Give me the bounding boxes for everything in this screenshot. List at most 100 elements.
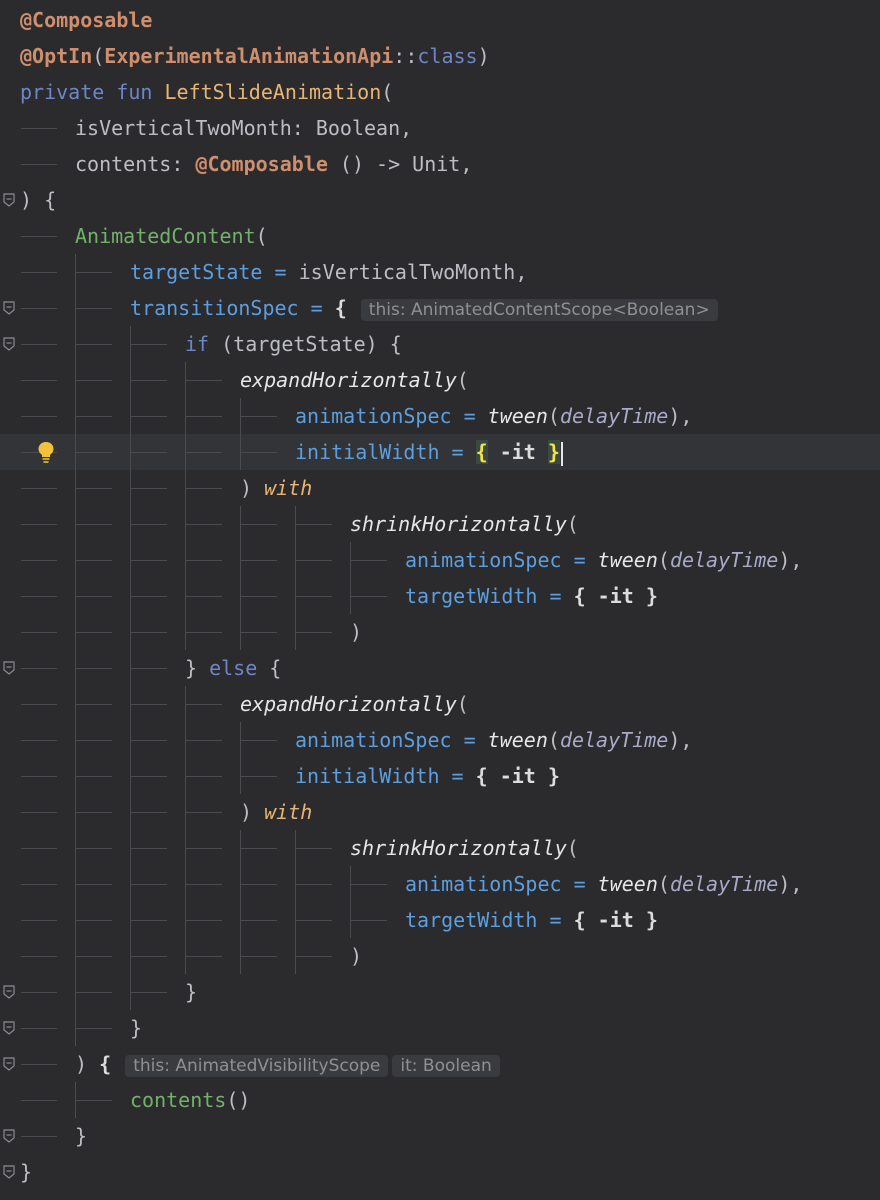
fold-toggle-icon[interactable] bbox=[0, 290, 18, 326]
fold-toggle-icon[interactable] bbox=[0, 974, 18, 1010]
code-token: } bbox=[75, 1124, 88, 1148]
code-text: targetState = isVerticalTwoMonth, bbox=[130, 254, 527, 290]
inlay-hint[interactable]: this: AnimatedVisibilityScope bbox=[125, 1054, 389, 1077]
code-token: @OptIn bbox=[20, 44, 93, 68]
code-token: if bbox=[185, 332, 210, 356]
indent-guide-dash bbox=[186, 596, 222, 597]
code-line[interactable]: private fun LeftSlideAnimation( bbox=[0, 74, 880, 110]
indent-guide-dash bbox=[76, 344, 112, 345]
code-token: { bbox=[257, 656, 282, 680]
indent-guide-dash bbox=[186, 632, 222, 633]
code-line[interactable]: if (targetState) { bbox=[0, 326, 880, 362]
code-line[interactable]: animationSpec = tween(delayTime), bbox=[0, 866, 880, 902]
code-token: () bbox=[226, 1088, 251, 1112]
code-line[interactable]: AnimatedContent( bbox=[0, 218, 880, 254]
indent-guide-dash bbox=[241, 632, 277, 633]
indent-guide-dash bbox=[186, 380, 222, 381]
code-token: expandHorizontally bbox=[240, 692, 457, 716]
indent-guide-dash bbox=[131, 740, 167, 741]
code-text: } bbox=[130, 1010, 142, 1046]
code-line[interactable]: isVerticalTwoMonth: Boolean, bbox=[0, 110, 880, 146]
fold-toggle-icon[interactable] bbox=[0, 1010, 18, 1046]
code-line[interactable]: } bbox=[0, 1010, 880, 1046]
code-line[interactable]: initialWidth = { -it } bbox=[0, 758, 880, 794]
code-line[interactable]: @OptIn(ExperimentalAnimationApi::class) bbox=[0, 38, 880, 74]
code-text: isVerticalTwoMonth: Boolean, bbox=[75, 110, 412, 146]
code-text: shrinkHorizontally( bbox=[350, 506, 579, 542]
code-line[interactable]: ) with bbox=[0, 794, 880, 830]
code-token: = bbox=[298, 296, 335, 320]
code-line[interactable]: expandHorizontally( bbox=[0, 362, 880, 398]
indent-guide-dash bbox=[186, 884, 222, 885]
code-line[interactable]: } else { bbox=[0, 650, 880, 686]
code-token: else bbox=[209, 656, 258, 680]
code-text: } else { bbox=[185, 650, 281, 686]
code-line[interactable]: ) with bbox=[0, 470, 880, 506]
code-line[interactable]: @Composable bbox=[0, 2, 880, 38]
code-token: ), bbox=[778, 872, 803, 896]
code-line[interactable]: contents() bbox=[0, 1082, 880, 1118]
code-line[interactable]: shrinkHorizontally( bbox=[0, 830, 880, 866]
fold-toggle-icon[interactable] bbox=[0, 650, 18, 686]
fold-toggle-icon[interactable] bbox=[0, 1046, 18, 1082]
code-token: tween bbox=[487, 728, 548, 752]
code-token: initialWidth bbox=[295, 764, 440, 788]
indent-guide-dash bbox=[21, 164, 57, 165]
code-line[interactable]: } bbox=[0, 1154, 880, 1190]
code-text: contents: @Composable () -> Unit, bbox=[75, 146, 472, 182]
code-text: @OptIn(ExperimentalAnimationApi::class) bbox=[20, 38, 490, 74]
code-text: animationSpec = tween(delayTime), bbox=[295, 722, 692, 758]
code-text: contents() bbox=[130, 1082, 250, 1118]
code-text: ) with bbox=[240, 794, 312, 830]
fold-toggle-icon[interactable] bbox=[0, 182, 18, 218]
indent-guide-dash bbox=[76, 956, 112, 957]
code-line[interactable]: shrinkHorizontally( bbox=[0, 506, 880, 542]
code-line[interactable]: expandHorizontally( bbox=[0, 686, 880, 722]
indent-guide-dash bbox=[76, 524, 112, 525]
code-line[interactable]: contents: @Composable () -> Unit, bbox=[0, 146, 880, 182]
indent-guide-dash bbox=[76, 596, 112, 597]
code-token: = bbox=[561, 872, 598, 896]
code-token: ), bbox=[778, 548, 803, 572]
code-line[interactable]: targetState = isVerticalTwoMonth, bbox=[0, 254, 880, 290]
code-line[interactable]: ) { bbox=[0, 182, 880, 218]
code-line[interactable]: ) bbox=[0, 614, 880, 650]
code-editor[interactable]: @Composable @OptIn(ExperimentalAnimationA… bbox=[0, 0, 880, 1200]
fold-toggle-icon[interactable] bbox=[0, 1118, 18, 1154]
fold-toggle-icon[interactable] bbox=[0, 326, 18, 362]
code-text: if (targetState) { bbox=[185, 326, 402, 362]
indent-guide-dash bbox=[131, 812, 167, 813]
code-line[interactable]: } bbox=[0, 974, 880, 1010]
code-token: expandHorizontally bbox=[240, 368, 457, 392]
code-line[interactable]: animationSpec = tween(delayTime), bbox=[0, 722, 880, 758]
code-line[interactable]: targetWidth = { -it } bbox=[0, 902, 880, 938]
inlay-hint[interactable]: it: Boolean bbox=[392, 1054, 500, 1077]
indent-guide-dash bbox=[186, 704, 222, 705]
indent-guide-dash bbox=[131, 380, 167, 381]
code-line[interactable]: } bbox=[0, 1118, 880, 1154]
inlay-hint[interactable]: this: AnimatedContentScope<Boolean> bbox=[360, 298, 718, 321]
indent-guide-dash bbox=[21, 956, 57, 957]
indent-guide-dash bbox=[131, 632, 167, 633]
indent-guide-dash bbox=[296, 848, 332, 849]
code-token: private fun bbox=[20, 80, 165, 104]
indent-guide-dash bbox=[296, 632, 332, 633]
code-line[interactable]: ) bbox=[0, 938, 880, 974]
fold-toggle-icon[interactable] bbox=[0, 1154, 18, 1190]
indent-guide-dash bbox=[131, 992, 167, 993]
indent-guide-dash bbox=[76, 452, 112, 453]
lightbulb-icon[interactable] bbox=[34, 434, 58, 470]
code-line[interactable]: initialWidth = { -it } bbox=[0, 434, 880, 470]
code-line[interactable]: ) { this: AnimatedVisibilityScope it: Boo… bbox=[0, 1046, 880, 1082]
code-line[interactable]: animationSpec = tween(delayTime), bbox=[0, 542, 880, 578]
code-token: ( bbox=[566, 512, 579, 536]
code-line[interactable]: transitionSpec = { this: AnimatedContent… bbox=[0, 290, 880, 326]
code-token: targetWidth bbox=[405, 584, 538, 608]
indent-guide-dash bbox=[76, 704, 112, 705]
code-line[interactable]: animationSpec = tween(delayTime), bbox=[0, 398, 880, 434]
indent-guide-dash bbox=[131, 884, 167, 885]
code-line[interactable]: targetWidth = { -it } bbox=[0, 578, 880, 614]
indent-guide-dash bbox=[76, 740, 112, 741]
code-token: } bbox=[547, 440, 560, 464]
code-token: delayTime bbox=[559, 404, 669, 428]
